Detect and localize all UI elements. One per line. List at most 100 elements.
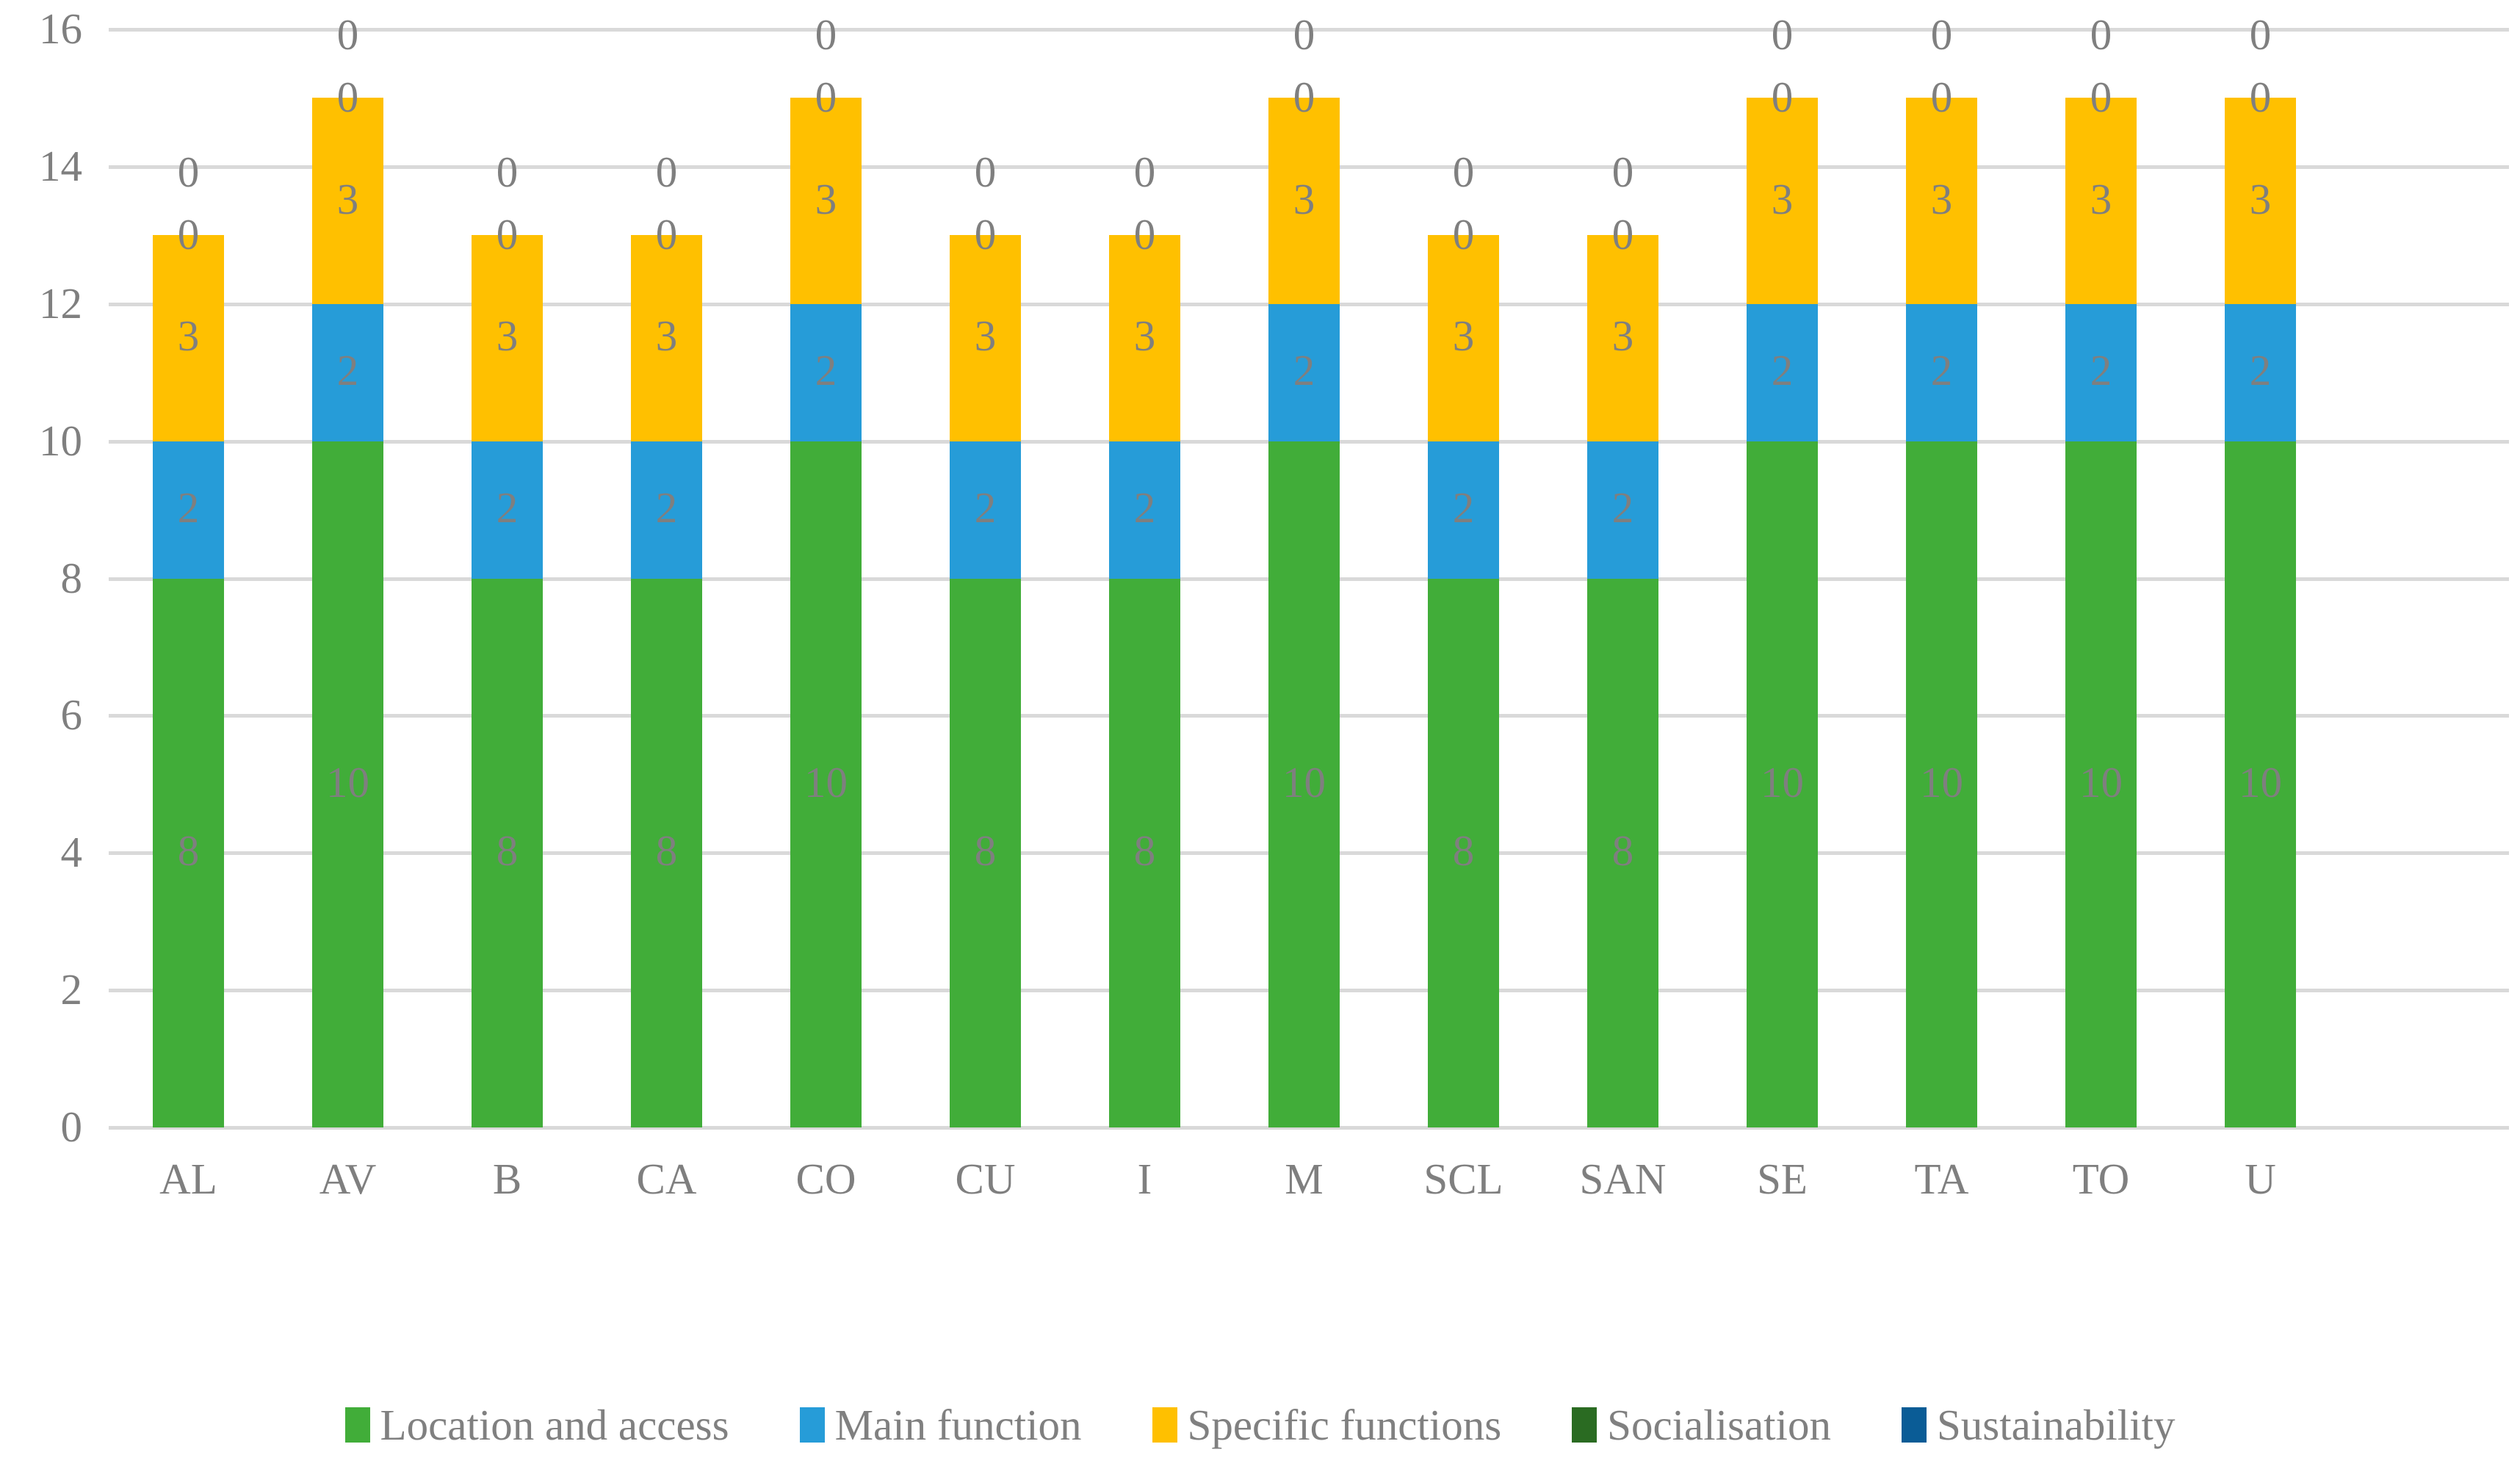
bar-segment[interactable]: 3 [2065, 98, 2137, 304]
bar-segment[interactable]: 2 [1906, 303, 1977, 441]
bar-segment[interactable]: 3 [1747, 98, 1818, 304]
bar-segment[interactable]: 3 [1587, 235, 1658, 441]
bar-segment[interactable]: 2 [2225, 303, 2296, 441]
bar-segment[interactable]: 2 [1747, 303, 1818, 441]
bar-segment[interactable]: 2 [153, 441, 224, 579]
bar-segment[interactable]: 2 [312, 303, 383, 441]
bar-group[interactable]: 3 2 10 0 0 [2021, 13, 2181, 1127]
bar-stack[interactable]: 3 2 8 [631, 235, 702, 1127]
bar-segment[interactable]: 3 [153, 235, 224, 441]
legend-item[interactable]: Location and access [344, 1401, 729, 1448]
bar-segment-value-label: 3 [1611, 311, 1634, 361]
bar-segment-value-label: 3 [1452, 311, 1475, 361]
bar-segment-value-label: 8 [1133, 826, 1156, 876]
bar-group[interactable]: 3 2 10 0 0 [1862, 13, 2021, 1127]
bar-segment[interactable]: 10 [790, 441, 862, 1127]
bar-segment[interactable]: 3 [1109, 235, 1180, 441]
x-tick-label: CU [955, 1155, 1016, 1203]
bar-segment[interactable]: 3 [631, 235, 702, 441]
bar-segment[interactable]: 8 [1109, 578, 1180, 1127]
bar-group[interactable]: 3 2 8 0 0 [427, 29, 587, 1127]
bar-group[interactable]: 3 2 8 0 0 [1065, 29, 1224, 1127]
bar-segment[interactable]: 3 [1268, 98, 1340, 304]
bar-segment[interactable]: 8 [950, 578, 1021, 1127]
bar-segment-value-label: 2 [1133, 483, 1156, 533]
bar-segment[interactable]: 8 [1428, 578, 1499, 1127]
bar-segment[interactable]: 8 [631, 578, 702, 1127]
bar-segment[interactable]: 2 [2065, 303, 2137, 441]
bar-group[interactable]: 3 2 8 0 0 [906, 29, 1065, 1127]
legend-swatch-icon [1572, 1407, 1597, 1443]
bar-segment[interactable]: 2 [1109, 441, 1180, 579]
bar-segment[interactable]: 3 [950, 235, 1021, 441]
bar-zero-value-label: 0 [1930, 10, 1953, 59]
bar-segment[interactable]: 3 [2225, 98, 2296, 304]
bar-stack[interactable]: 3 2 10 [1906, 98, 1977, 1127]
bar-group[interactable]: 3 2 10 0 0 [268, 13, 427, 1127]
bar-segment-value-label: 2 [336, 346, 359, 395]
bar-segment-value-label: 3 [2249, 174, 2272, 223]
bar-stack[interactable]: 3 2 10 [2065, 98, 2137, 1127]
bar-stack[interactable]: 3 2 10 [1268, 98, 1340, 1127]
bar-stack[interactable]: 3 2 8 [472, 235, 543, 1127]
bar-segment-value-label: 2 [655, 483, 678, 533]
legend-label: Socialisation [1607, 1401, 1831, 1449]
bar-stack[interactable]: 3 2 8 [1109, 235, 1180, 1127]
bar-zero-value-label: 0 [974, 210, 997, 259]
bar-segment[interactable]: 2 [631, 441, 702, 579]
bar-group[interactable]: 3 2 10 0 0 [2181, 13, 2340, 1127]
bar-stack[interactable]: 3 2 10 [790, 98, 862, 1127]
bar-segment[interactable]: 8 [153, 578, 224, 1127]
bar-zero-value-label: 0 [336, 10, 359, 59]
legend-item[interactable]: Socialisation [1572, 1401, 1831, 1448]
bar-segment[interactable]: 8 [1587, 578, 1658, 1127]
bar-segment[interactable]: 8 [472, 578, 543, 1127]
bar-group[interactable]: 3 2 10 0 0 [746, 13, 906, 1127]
bar-segment[interactable]: 10 [1906, 441, 1977, 1127]
bar-segment[interactable]: 10 [312, 441, 383, 1127]
bar-segment-value-label: 3 [1771, 174, 1794, 223]
bar-segment[interactable]: 10 [1268, 441, 1340, 1127]
bar-segment-value-label: 2 [1452, 483, 1475, 533]
bar-group[interactable]: 3 2 8 0 0 [109, 29, 268, 1127]
bar-segment-value-label: 8 [177, 826, 200, 876]
bar-zero-value-label: 0 [1930, 73, 1953, 122]
bar-segment[interactable]: 3 [312, 98, 383, 304]
bar-group[interactable]: 3 2 8 0 0 [1384, 29, 1543, 1127]
bar-segment[interactable]: 3 [790, 98, 862, 304]
bar-segment[interactable]: 2 [1428, 441, 1499, 579]
bar-group[interactable]: 3 2 10 0 0 [1703, 13, 1862, 1127]
x-tick-label: SE [1757, 1155, 1808, 1203]
bar-stack[interactable]: 3 2 10 [312, 98, 383, 1127]
bar-stack[interactable]: 3 2 8 [1587, 235, 1658, 1127]
bar-stack[interactable]: 3 2 8 [1428, 235, 1499, 1127]
bar-segment[interactable]: 2 [950, 441, 1021, 579]
bar-segment[interactable]: 3 [1906, 98, 1977, 304]
bar-zero-value-label: 0 [815, 10, 837, 59]
x-tick-label: AV [319, 1155, 377, 1203]
bar-stack[interactable]: 3 2 10 [1747, 98, 1818, 1127]
bar-segment[interactable]: 3 [472, 235, 543, 441]
legend-item[interactable]: Sustainability [1901, 1401, 2175, 1448]
bar-segment[interactable]: 10 [2065, 441, 2137, 1127]
legend-item[interactable]: Specific functions [1152, 1401, 1501, 1448]
bar-segment[interactable]: 2 [472, 441, 543, 579]
bar-stack[interactable]: 3 2 10 [2225, 98, 2296, 1127]
bar-segment-value-label: 2 [496, 483, 519, 533]
bar-segment[interactable]: 2 [1587, 441, 1658, 579]
x-tick-label: CO [795, 1155, 856, 1203]
bar-stack[interactable]: 3 2 8 [153, 235, 224, 1127]
bar-segment[interactable]: 2 [790, 303, 862, 441]
bar-group[interactable]: 3 2 10 0 0 [1224, 13, 1384, 1127]
bar-segment[interactable]: 10 [1747, 441, 1818, 1127]
legend-item[interactable]: Main function [799, 1401, 1082, 1448]
bar-zero-value-label: 0 [496, 148, 519, 197]
bar-segment[interactable]: 10 [2225, 441, 2296, 1127]
bar-group[interactable]: 3 2 8 0 0 [1543, 29, 1703, 1127]
bar-segment-value-label: 2 [974, 483, 997, 533]
bar-segment[interactable]: 2 [1268, 303, 1340, 441]
bar-group[interactable]: 3 2 8 0 0 [587, 29, 746, 1127]
bar-segment[interactable]: 3 [1428, 235, 1499, 441]
bar-segment-value-label: 2 [2090, 346, 2112, 395]
bar-stack[interactable]: 3 2 8 [950, 235, 1021, 1127]
